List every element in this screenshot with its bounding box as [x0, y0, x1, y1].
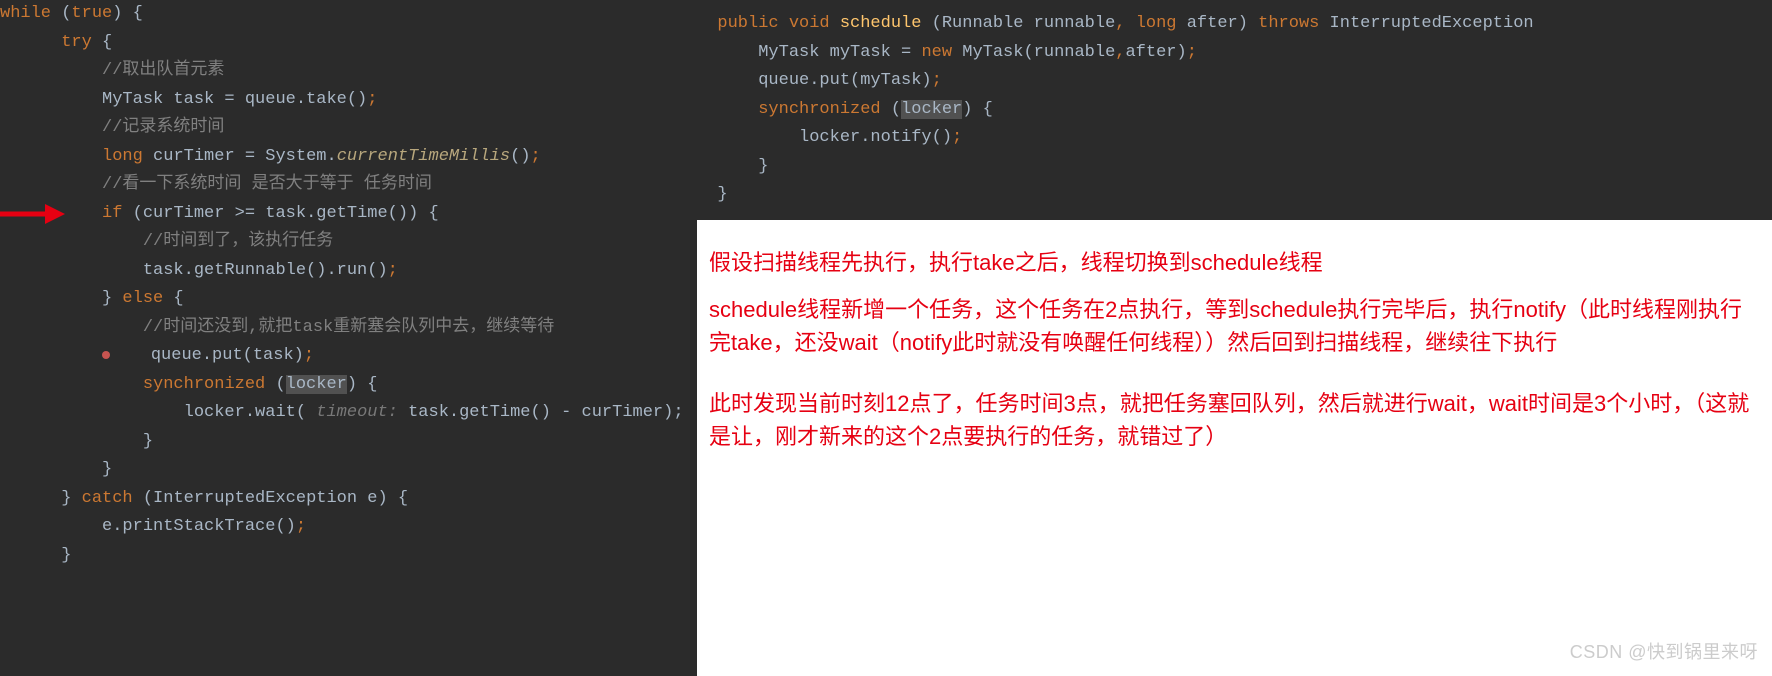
code-line: locker.wait( timeout: task.getTime() - c…: [0, 399, 697, 428]
code-line: if (curTimer >= task.getTime()) {: [0, 200, 697, 229]
explanation-p1: 假设扫描线程先执行，执行take之后，线程切换到schedule线程: [709, 246, 1760, 279]
code-line: e.printStackTrace();: [0, 513, 697, 542]
code-line: }: [0, 542, 697, 571]
code-line: synchronized (locker) {: [697, 96, 1772, 125]
code-line: while (true) {: [0, 0, 697, 29]
right-pane: public void schedule (Runnable runnable,…: [697, 0, 1772, 676]
explanation-text: 假设扫描线程先执行，执行take之后，线程切换到schedule线程 sched…: [697, 220, 1772, 676]
right-code-pane: public void schedule (Runnable runnable,…: [697, 0, 1772, 220]
code-line: MyTask task = queue.take();: [0, 86, 697, 115]
left-code-pane: while (true) { try { //取出队首元素 MyTask tas…: [0, 0, 697, 676]
code-line: }: [697, 181, 1772, 210]
code-line: }: [697, 153, 1772, 182]
code-line: } else {: [0, 285, 697, 314]
code-line: try {: [0, 29, 697, 58]
code-line: queue.put(myTask);: [697, 67, 1772, 96]
explanation-p3: 此时发现当前时刻12点了，任务时间3点，就把任务塞回队列，然后就进行wait，w…: [709, 387, 1760, 453]
code-line: } catch (InterruptedException e) {: [0, 485, 697, 514]
watermark: CSDN @快到锅里来呀: [1570, 639, 1758, 666]
code-line: task.getRunnable().run();: [0, 257, 697, 286]
code-line: }: [0, 456, 697, 485]
code-line: queue.put(task);: [0, 342, 697, 371]
breakpoint-dot: [102, 351, 110, 359]
explanation-p2: schedule线程新增一个任务，这个任务在2点执行，等到schedule执行完…: [709, 293, 1760, 359]
code-line: MyTask myTask = new MyTask(runnable,afte…: [697, 39, 1772, 68]
code-line: locker.notify();: [697, 124, 1772, 153]
code-comment: //时间还没到,就把task重新塞会队列中去，继续等待: [0, 314, 697, 343]
code-comment: //记录系统时间: [0, 114, 697, 143]
code-line: synchronized (locker) {: [0, 371, 697, 400]
code-comment: //取出队首元素: [0, 57, 697, 86]
code-line: public void schedule (Runnable runnable,…: [697, 10, 1772, 39]
code-line: }: [0, 428, 697, 457]
code-line: long curTimer = System.currentTimeMillis…: [0, 143, 697, 172]
code-comment: //时间到了，该执行任务: [0, 228, 697, 257]
code-comment: //看一下系统时间 是否大于等于 任务时间: [0, 171, 697, 200]
